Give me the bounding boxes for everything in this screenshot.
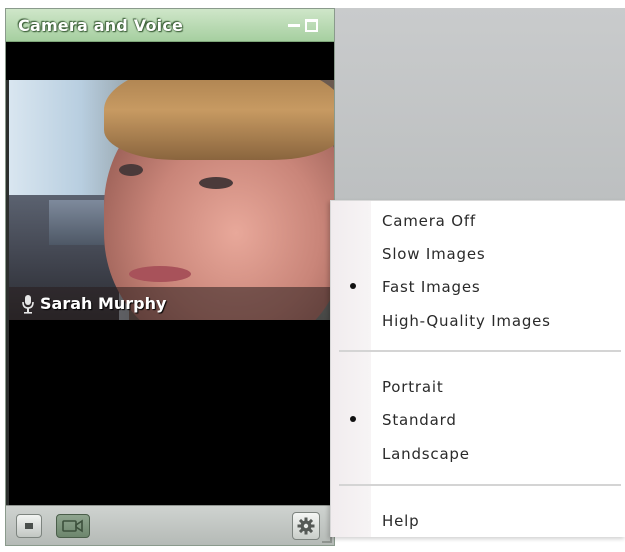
menu-item-label: Fast Images — [382, 278, 481, 296]
panel-toolbar — [6, 505, 334, 545]
menu-item-fast-images[interactable]: Fast Images — [331, 272, 625, 302]
microphone-icon — [22, 295, 34, 314]
menu-item-landscape[interactable]: Landscape — [331, 439, 625, 469]
menu-item-label: Landscape — [382, 445, 470, 463]
menu-item-camera-off[interactable]: Camera Off — [331, 206, 625, 236]
video-camera-icon[interactable] — [56, 514, 90, 538]
menu-item-label: Help — [382, 512, 420, 530]
selected-bullet-icon — [350, 416, 356, 422]
menu-separator — [339, 484, 621, 486]
menu-item-help[interactable]: Help — [331, 506, 625, 536]
menu-item-label: Standard — [382, 411, 457, 429]
menu-item-label: Camera Off — [382, 212, 477, 230]
video-top-bar — [6, 42, 334, 80]
participant-name: Sarah Murphy — [40, 294, 167, 313]
panel-title: Camera and Voice — [18, 16, 184, 35]
menu-item-label: Portrait — [382, 378, 444, 396]
desktop-background — [330, 8, 625, 208]
menu-item-label: Slow Images — [382, 245, 486, 263]
selected-bullet-icon — [350, 283, 356, 289]
gear-icon[interactable] — [292, 512, 320, 540]
settings-context-menu: Camera Off Slow Images Fast Images High-… — [330, 200, 625, 537]
menu-separator — [339, 350, 621, 352]
camera-voice-panel: Camera and Voice Sarah Murphy — [5, 8, 335, 546]
menu-item-slow-images[interactable]: Slow Images — [331, 239, 625, 269]
panel-titlebar[interactable]: Camera and Voice — [6, 9, 334, 42]
menu-item-high-quality-images[interactable]: High-Quality Images — [331, 306, 625, 336]
menu-item-label: High-Quality Images — [382, 312, 551, 330]
video-feed — [9, 80, 334, 320]
menu-item-portrait[interactable]: Portrait — [331, 372, 625, 402]
maximize-icon[interactable] — [305, 19, 318, 32]
menu-item-standard[interactable]: Standard — [331, 405, 625, 435]
video-bottom-area — [9, 320, 334, 505]
minimize-icon[interactable] — [288, 19, 300, 31]
stop-icon[interactable] — [16, 514, 42, 538]
